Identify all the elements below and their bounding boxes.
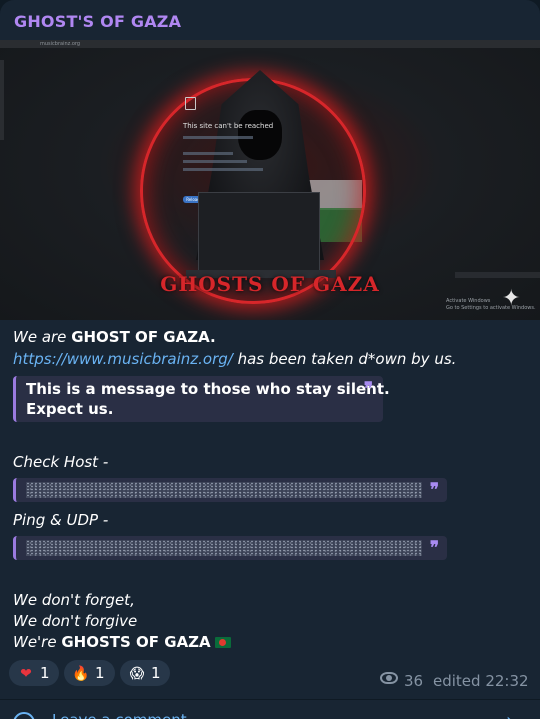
eye-icon bbox=[380, 672, 398, 684]
spoiler-noise bbox=[26, 482, 422, 498]
ghosts-of-gaza-logo: GHOSTS OF GAZA bbox=[160, 272, 380, 296]
watermark-line: Activate Windows bbox=[446, 298, 491, 304]
browser-url: musicbrainz.org bbox=[40, 41, 81, 47]
closing-line-3: We're GHOSTS OF GAZA bbox=[13, 632, 231, 652]
quote-icon: ❞ bbox=[429, 480, 439, 500]
bangladesh-flag-icon bbox=[214, 637, 231, 648]
document-icon bbox=[185, 97, 196, 110]
text-ghosts-of-gaza: GHOSTS OF GAZA bbox=[61, 633, 211, 651]
edited-timestamp: edited 22:32 bbox=[433, 672, 529, 690]
error-line bbox=[183, 168, 263, 171]
message-line-2: https://www.musicbrainz.org/ has been ta… bbox=[13, 349, 456, 369]
leave-comment-label: Leave a comment bbox=[52, 711, 187, 719]
scream-icon: 😱 bbox=[129, 666, 145, 682]
reaction-fire[interactable]: 🔥 1 bbox=[64, 660, 115, 686]
reaction-count: 1 bbox=[151, 664, 161, 682]
post-image[interactable]: musicbrainz.org This site can't be reach… bbox=[0, 40, 540, 320]
text-taken-down: has been taken d*own by us. bbox=[232, 350, 457, 368]
chevron-right-icon: › bbox=[506, 710, 513, 719]
text-we-are: We are bbox=[13, 328, 72, 346]
side-strip bbox=[0, 60, 4, 140]
spoiler-noise bbox=[26, 540, 422, 556]
heart-icon: ❤ bbox=[20, 666, 32, 682]
watermark-line: Go to Settings to activate Windows. bbox=[446, 305, 536, 311]
reaction-scream[interactable]: 😱 1 bbox=[120, 660, 170, 686]
message-line-1: We are GHOST OF GAZA. bbox=[13, 327, 216, 347]
quote-icon: ❞ bbox=[429, 538, 439, 558]
quote-line: Expect us. bbox=[26, 400, 114, 418]
browser-toolbar: musicbrainz.org bbox=[0, 40, 540, 48]
text-ghost-of-gaza: GHOST OF GAZA. bbox=[71, 328, 216, 346]
fire-icon: 🔥 bbox=[72, 666, 90, 682]
activate-windows-watermark: Activate Windows Go to Settings to activ… bbox=[446, 298, 536, 312]
check-host-label: Check Host - bbox=[13, 453, 109, 471]
reaction-heart[interactable]: ❤ 1 bbox=[9, 660, 59, 686]
channel-post: GHOST'S OF GAZA musicbrainz.org This sit… bbox=[0, 0, 540, 719]
musicbrainz-link[interactable]: https://www.musicbrainz.org/ bbox=[13, 350, 233, 368]
comment-bar[interactable]: Leave a comment › bbox=[0, 699, 540, 719]
taskbar bbox=[455, 272, 540, 278]
quote-line: This is a message to those who stay sile… bbox=[26, 380, 390, 398]
spoiler-check-host[interactable]: ❞ bbox=[13, 478, 447, 502]
error-title: This site can't be reached bbox=[183, 122, 274, 130]
reaction-count: 1 bbox=[40, 664, 50, 682]
spoiler-ping-udp[interactable]: ❞ bbox=[13, 536, 447, 560]
error-line bbox=[183, 152, 233, 155]
error-line bbox=[183, 136, 253, 139]
comment-icon bbox=[13, 712, 35, 719]
laptop bbox=[198, 192, 320, 272]
quote-block: This is a message to those who stay sile… bbox=[13, 376, 390, 422]
text-were: We're bbox=[13, 633, 62, 651]
view-count: 36 bbox=[404, 672, 424, 690]
reaction-count: 1 bbox=[95, 664, 105, 682]
hood-face bbox=[238, 110, 282, 160]
closing-line-1: We don't forget, bbox=[13, 591, 135, 609]
ping-udp-label: Ping & UDP - bbox=[13, 511, 109, 529]
sparkle-icon: ✦ bbox=[502, 286, 521, 311]
closing-line-2: We don't forgive bbox=[13, 612, 138, 630]
quote-icon: ❞ bbox=[363, 379, 373, 399]
error-line bbox=[183, 160, 247, 163]
channel-name[interactable]: GHOST'S OF GAZA bbox=[14, 12, 181, 31]
